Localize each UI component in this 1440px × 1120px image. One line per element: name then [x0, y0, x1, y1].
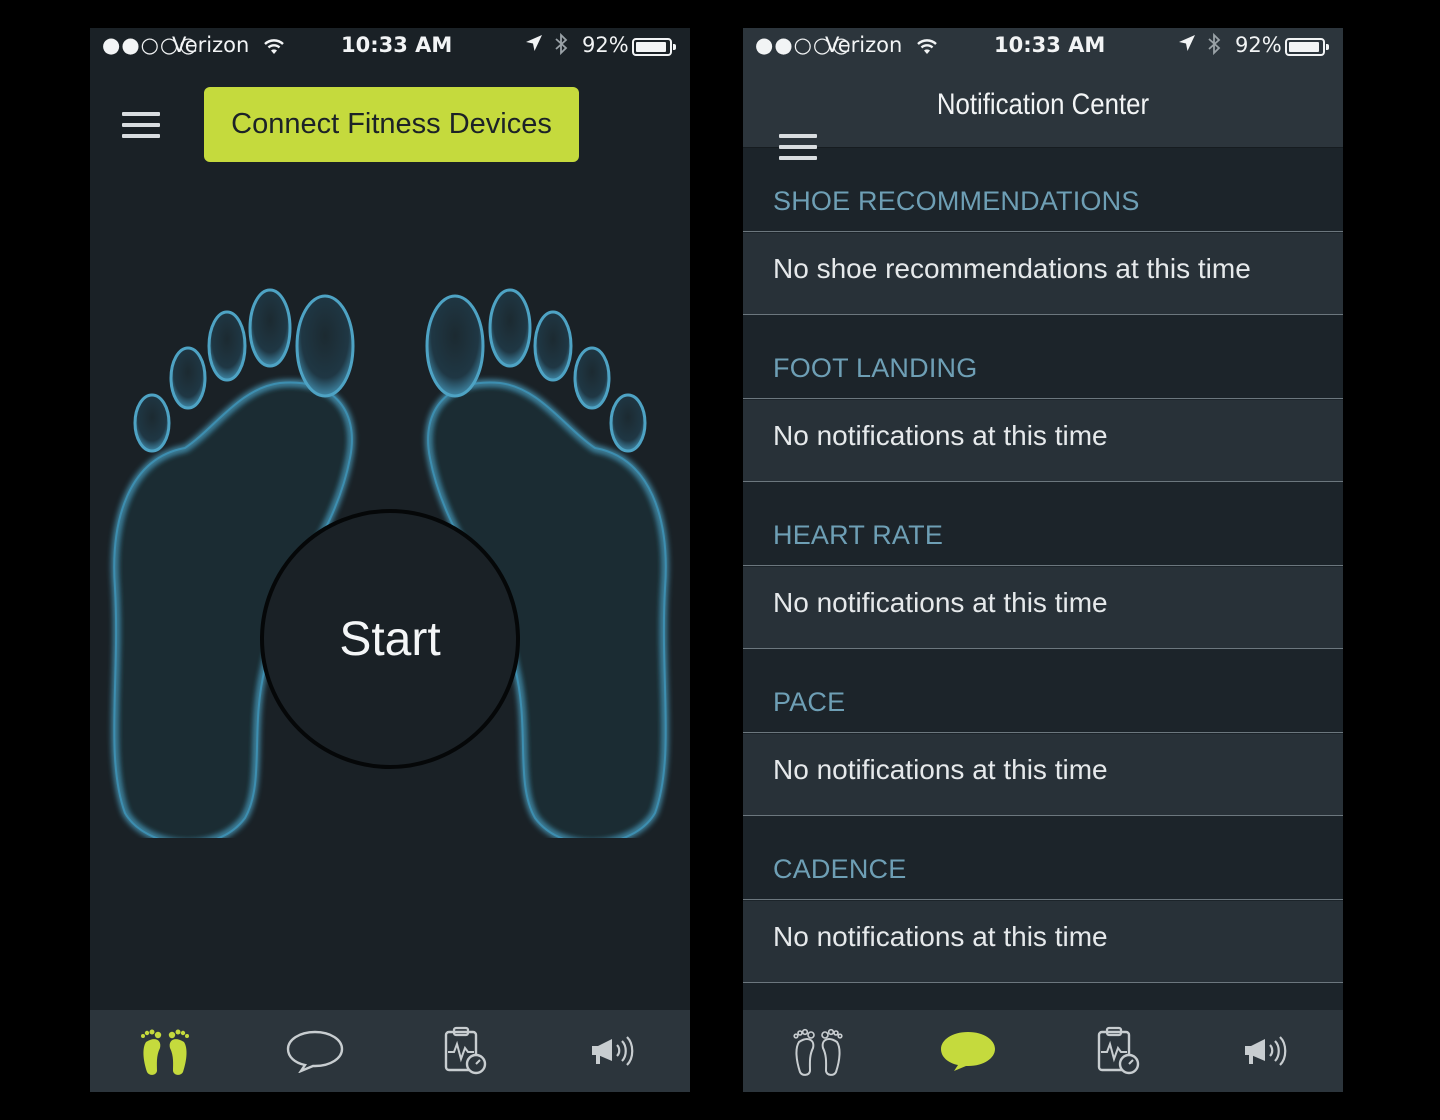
status-bar: ●●○○○ Verizon 10:33 AM 92%	[743, 28, 1343, 68]
tab-feet[interactable]	[778, 1016, 858, 1086]
carrier-label: Verizon	[172, 33, 250, 57]
section-cadence: CADENCE No notifications at this time	[743, 816, 1343, 983]
list-item[interactable]: No shoe recommendations at this time	[743, 233, 1343, 315]
clock-label: 10:33 AM	[341, 33, 453, 57]
page-title: Notification Center	[936, 88, 1150, 121]
list-item[interactable]: No notifications at this time	[743, 400, 1343, 482]
clipboard-activity-icon	[444, 1026, 487, 1075]
battery-icon	[1285, 38, 1329, 56]
clipboard-activity-icon	[1097, 1026, 1140, 1075]
section-header: PACE	[773, 687, 846, 717]
chat-bubble-icon	[286, 1030, 344, 1073]
section-header: SHOE RECOMMENDATIONS	[773, 186, 1140, 216]
section-heart-rate: HEART RATE No notifications at this time	[743, 482, 1343, 649]
start-button[interactable]: Start	[260, 509, 520, 769]
tab-coach[interactable]	[1228, 1016, 1308, 1086]
menu-icon[interactable]	[122, 112, 160, 138]
megaphone-icon	[1245, 1036, 1287, 1066]
list-item[interactable]: No notifications at this time	[743, 567, 1343, 649]
notification-message: No notifications at this time	[773, 754, 1108, 785]
navigation-bar: Notification Center	[743, 68, 1343, 160]
section-pace: PACE No notifications at this time	[743, 649, 1343, 816]
location-arrow-icon	[524, 33, 544, 58]
notification-list: SHOE RECOMMENDATIONS No shoe recommendat…	[743, 148, 1343, 983]
tab-bar	[90, 1010, 690, 1092]
bluetooth-icon	[553, 32, 569, 61]
notification-message: No notifications at this time	[773, 921, 1108, 952]
notification-message: No notifications at this time	[773, 420, 1108, 451]
megaphone-icon	[592, 1036, 634, 1066]
section-header: HEART RATE	[773, 520, 944, 550]
tab-bar	[743, 1010, 1343, 1092]
feet-icon	[793, 1028, 843, 1076]
location-arrow-icon	[1177, 33, 1197, 58]
bluetooth-icon	[1206, 32, 1222, 61]
tab-feet[interactable]	[125, 1016, 205, 1086]
battery-percent: 92%	[1235, 33, 1282, 57]
notification-center-screen: ●●○○○ Verizon 10:33 AM 92% Notification …	[743, 28, 1343, 1092]
tab-coach[interactable]	[575, 1016, 655, 1086]
section-header: FOOT LANDING	[773, 353, 978, 383]
list-item[interactable]: No notifications at this time	[743, 901, 1343, 983]
feet-icon	[141, 1029, 189, 1075]
carrier-label: Verizon	[825, 33, 903, 57]
section-shoe-recommendations: SHOE RECOMMENDATIONS No shoe recommendat…	[743, 148, 1343, 315]
tab-activity[interactable]	[1078, 1016, 1158, 1086]
chat-bubble-icon	[941, 1032, 995, 1071]
tab-activity[interactable]	[425, 1016, 505, 1086]
home-screen: ●●○○○ Verizon 10:33 AM 92% Connect Fitne…	[90, 28, 690, 1092]
notification-message: No notifications at this time	[773, 587, 1108, 618]
tab-notifications[interactable]	[928, 1016, 1008, 1086]
wifi-icon	[262, 36, 286, 60]
status-bar: ●●○○○ Verizon 10:33 AM 92%	[90, 28, 690, 68]
start-label: Start	[339, 612, 441, 666]
wifi-icon	[915, 36, 939, 60]
notification-message: No shoe recommendations at this time	[773, 253, 1251, 284]
battery-icon	[632, 38, 676, 56]
list-item[interactable]: No notifications at this time	[743, 734, 1343, 816]
connect-fitness-devices-button[interactable]: Connect Fitness Devices	[204, 87, 579, 162]
tab-notifications[interactable]	[275, 1016, 355, 1086]
battery-percent: 92%	[582, 33, 629, 57]
section-header: CADENCE	[773, 854, 907, 884]
section-foot-landing: FOOT LANDING No notifications at this ti…	[743, 315, 1343, 482]
clock-label: 10:33 AM	[994, 33, 1106, 57]
